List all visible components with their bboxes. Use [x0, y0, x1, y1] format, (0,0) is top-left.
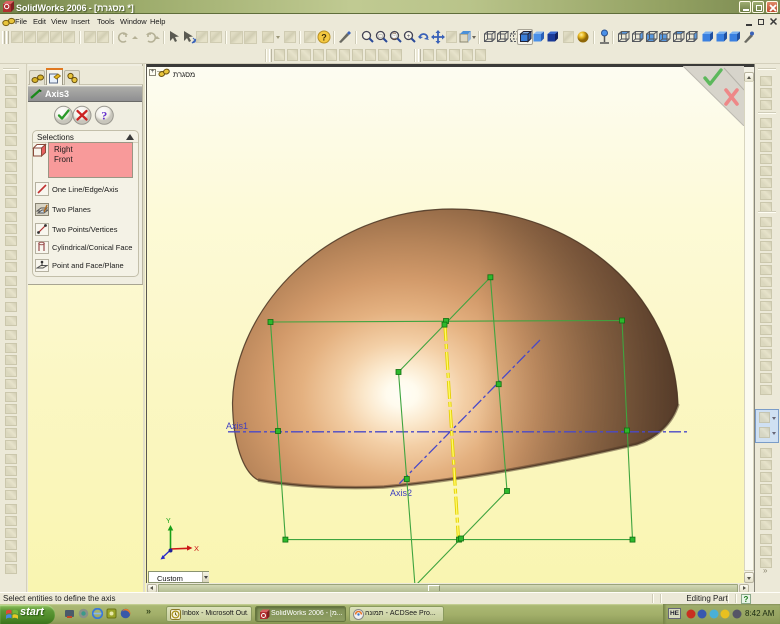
svg-text:Axis2: Axis2	[390, 488, 412, 498]
svg-text:?: ?	[744, 595, 749, 604]
svg-text:?: ?	[101, 109, 107, 123]
svg-text:□: □	[379, 34, 383, 40]
svg-text:X: X	[194, 544, 199, 553]
svg-text:?: ?	[321, 33, 327, 43]
svg-text:Axis1: Axis1	[226, 421, 248, 431]
svg-text:⌚: ⌚	[391, 32, 398, 40]
svg-text:+: +	[407, 34, 411, 40]
svg-text:Y: Y	[166, 518, 171, 525]
